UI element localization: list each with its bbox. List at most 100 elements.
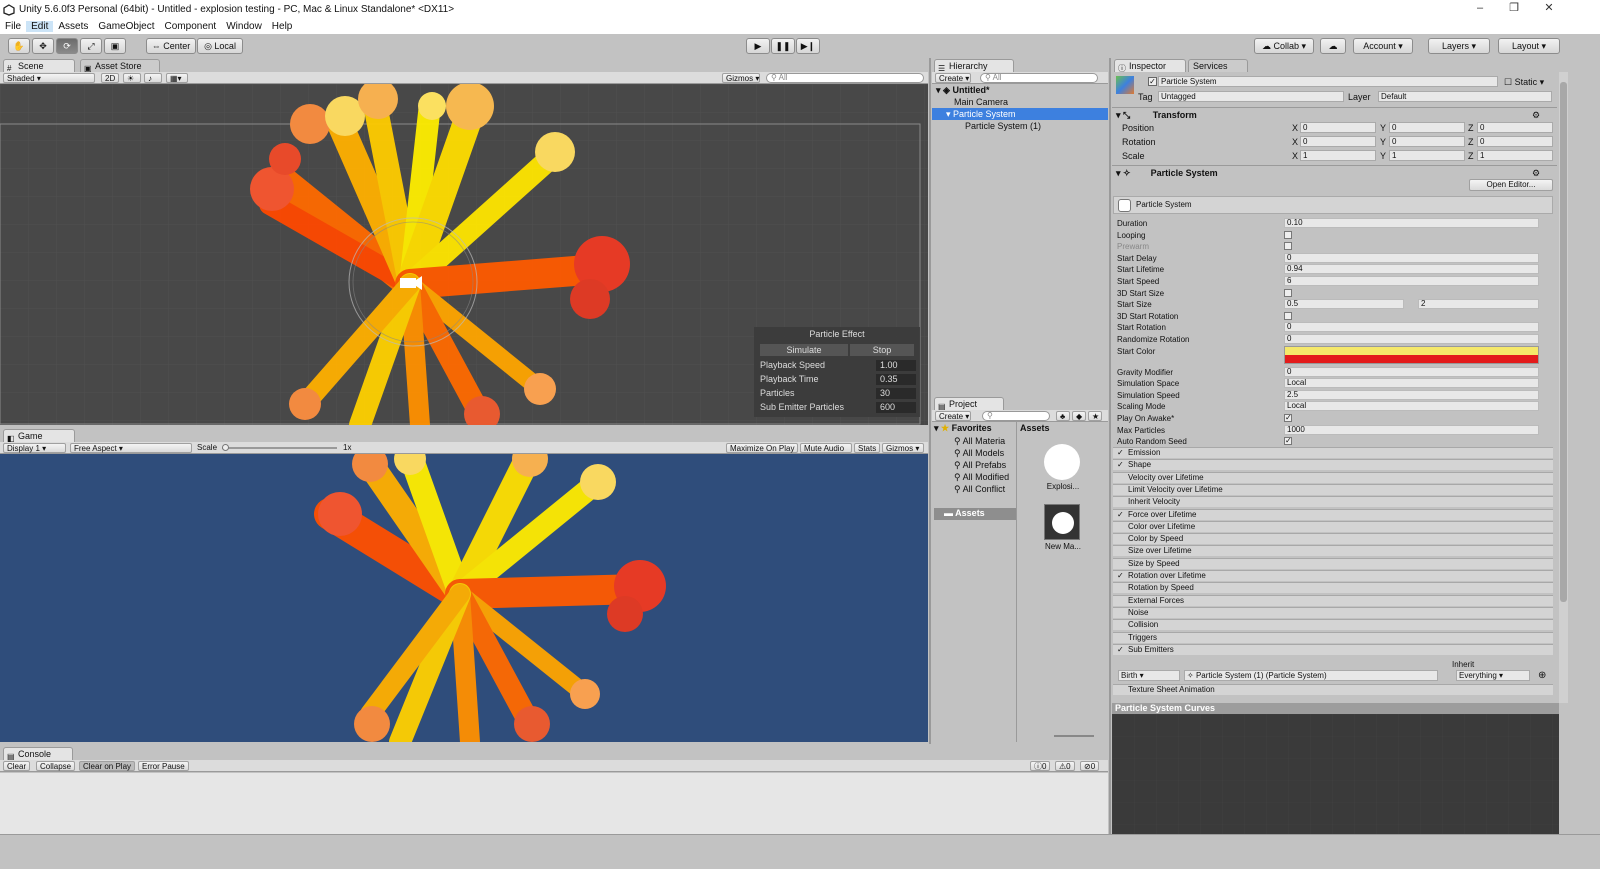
menu-help[interactable]: Help (267, 21, 298, 32)
favorite-item[interactable]: ⚲ All Models (954, 448, 1004, 459)
maximize-on-play-toggle[interactable]: Maximize On Play (726, 443, 798, 453)
settings-gear-icon[interactable]: ⚙ (1532, 168, 1540, 179)
hand-tool-icon[interactable]: ✋ (8, 38, 30, 54)
menu-edit[interactable]: Edit (26, 21, 54, 32)
module-checkbox[interactable] (1117, 686, 1125, 694)
module-color-over-lifetime[interactable]: Color over Lifetime (1113, 520, 1553, 532)
property-field[interactable]: 1000 (1284, 424, 1539, 435)
module-velocity-over-lifetime[interactable]: Velocity over Lifetime (1113, 471, 1553, 483)
layout-dropdown[interactable]: Layout ▾ (1498, 38, 1560, 54)
tag-dropdown[interactable]: Untagged (1158, 91, 1344, 102)
menu-window[interactable]: Window (221, 21, 267, 32)
module-checkbox[interactable] (1117, 609, 1125, 617)
explosion-prefab-icon[interactable] (1044, 444, 1080, 480)
playback-speed-field[interactable]: 1.00 (876, 360, 916, 371)
menu-assets[interactable]: Assets (53, 21, 93, 32)
rotation-y-field[interactable]: 0 (1389, 136, 1465, 147)
account-dropdown[interactable]: Account ▾ (1353, 38, 1413, 54)
property-checkbox[interactable]: ✓ (1284, 437, 1292, 446)
property-field[interactable]: Local (1284, 378, 1539, 389)
position-x-field[interactable]: 0 (1300, 122, 1376, 133)
property-field[interactable]: 0.94 (1284, 264, 1539, 275)
module-checkbox[interactable] (1117, 634, 1125, 642)
error-pause-toggle[interactable]: Error Pause (138, 761, 189, 771)
scale-z-field[interactable]: 1 (1477, 150, 1553, 161)
tab-scene[interactable]: # Scene (3, 59, 75, 73)
favorite-item[interactable]: ⚲ All Modified (954, 472, 1016, 483)
hierarchy-item-particle-system[interactable]: ▾ Particle System (932, 108, 1108, 120)
module-size-by-speed[interactable]: Size by Speed (1113, 557, 1553, 569)
pause-button[interactable]: ❚❚ (771, 38, 795, 54)
property-checkbox[interactable] (1284, 288, 1292, 297)
inspector-scrollbar[interactable] (1559, 72, 1568, 703)
settings-gear-icon[interactable]: ⚙ (1532, 110, 1540, 121)
particle-system-module-header[interactable]: Particle System (1113, 196, 1553, 214)
module-rotation-by-speed[interactable]: Rotation by Speed (1113, 582, 1553, 594)
module-force-over-lifetime[interactable]: ✓ Force over Lifetime (1113, 508, 1553, 520)
module-limit-velocity-over-lifetime[interactable]: Limit Velocity over Lifetime (1113, 483, 1553, 495)
add-sub-emitter-icon[interactable]: ⊕ (1538, 670, 1546, 681)
minimize-button[interactable]: – (1463, 0, 1497, 19)
scene-root[interactable]: ▾ ◈ Untitled* (932, 84, 1108, 96)
module-checkbox[interactable]: ✓ (1117, 510, 1125, 519)
step-button[interactable]: ▶❙ (796, 38, 820, 54)
particle-system-header[interactable]: ▾ ✧ Particle System (1116, 168, 1218, 179)
property-field[interactable]: 0 (1284, 334, 1539, 344)
shading-dropdown[interactable]: Shaded ▾ (3, 73, 95, 83)
object-name-field[interactable]: Particle System (1158, 76, 1498, 87)
rotation-z-field[interactable]: 0 (1477, 136, 1553, 147)
pivot-local-button[interactable]: ◎ Local (197, 38, 243, 54)
rotation-x-field[interactable]: 0 (1300, 136, 1376, 147)
game-gizmos-dropdown[interactable]: Gizmos ▾ (882, 443, 924, 453)
assets-folder[interactable]: ▬ Assets (934, 508, 1016, 520)
property-field[interactable]: 0 (1284, 252, 1539, 263)
property-checkbox[interactable] (1284, 230, 1292, 239)
info-count-toggle[interactable]: ⓘ0 (1030, 761, 1051, 771)
scale-y-field[interactable]: 1 (1389, 150, 1465, 161)
hierarchy-create-dropdown[interactable]: Create ▾ (935, 73, 971, 83)
move-tool-icon[interactable]: ✥ (32, 38, 54, 54)
module-checkbox[interactable] (1117, 584, 1125, 592)
module-external-forces[interactable]: External Forces (1113, 594, 1553, 606)
property-field[interactable]: Local (1284, 401, 1539, 412)
module-sub-emitters[interactable]: ✓ Sub Emitters (1113, 643, 1553, 655)
tab-asset-store[interactable]: ▣ Asset Store (80, 59, 160, 73)
property-checkbox[interactable]: ✓ (1284, 414, 1292, 422)
module-size-over-lifetime[interactable]: Size over Lifetime (1113, 545, 1553, 557)
tab-console[interactable]: ▤ Console (3, 747, 73, 761)
property-field[interactable]: 6 (1284, 276, 1539, 286)
open-editor-button[interactable]: Open Editor... (1469, 179, 1553, 191)
module-checkbox[interactable] (1117, 486, 1125, 494)
scale-slider[interactable] (222, 444, 337, 451)
module-checkbox[interactable] (1117, 474, 1125, 482)
filter-type-icon[interactable]: ♣ (1056, 411, 1070, 421)
module-checkbox[interactable]: ✓ (1117, 449, 1125, 457)
module-color-by-speed[interactable]: Color by Speed (1113, 533, 1553, 545)
console-collapse-toggle[interactable]: Collapse (36, 761, 76, 771)
audio-icon[interactable]: ♪ (144, 73, 162, 83)
scene-search-input[interactable]: ⚲ All (766, 73, 924, 83)
rotate-tool-icon[interactable]: ⟳ (56, 38, 78, 54)
property-field[interactable]: 2.5 (1284, 389, 1539, 400)
favorites-header[interactable]: ▾ ★ Favorites (934, 423, 992, 434)
tab-inspector[interactable]: ⓘ Inspector (1114, 59, 1186, 73)
property-checkbox[interactable] (1284, 311, 1292, 320)
favorite-item[interactable]: ⚲ All Materia (954, 436, 1005, 447)
start-color-gradient[interactable] (1284, 345, 1539, 364)
cloud-icon[interactable]: ☁ (1320, 38, 1346, 54)
stop-button[interactable]: Stop (850, 344, 914, 356)
close-button[interactable]: ✕ (1532, 0, 1566, 19)
icon-size-slider[interactable] (1054, 735, 1094, 737)
curves-editor[interactable] (1112, 714, 1559, 834)
property-field[interactable]: 0 (1284, 322, 1539, 333)
display-dropdown[interactable]: Display 1 ▾ (3, 443, 66, 453)
maximize-button[interactable]: ❐ (1497, 0, 1531, 19)
module-collision[interactable]: Collision (1113, 619, 1553, 631)
menu-component[interactable]: Component (160, 21, 222, 32)
favorite-item[interactable]: ⚲ All Prefabs (954, 460, 1006, 471)
hierarchy-item-particle-system-1[interactable]: Particle System (1) (932, 120, 1108, 132)
module-checkbox[interactable]: ✓ (1117, 461, 1125, 469)
2d-toggle[interactable]: 2D (101, 73, 119, 83)
clear-on-play-toggle[interactable]: Clear on Play (79, 761, 136, 771)
property-field[interactable]: 0.10 (1284, 218, 1539, 228)
